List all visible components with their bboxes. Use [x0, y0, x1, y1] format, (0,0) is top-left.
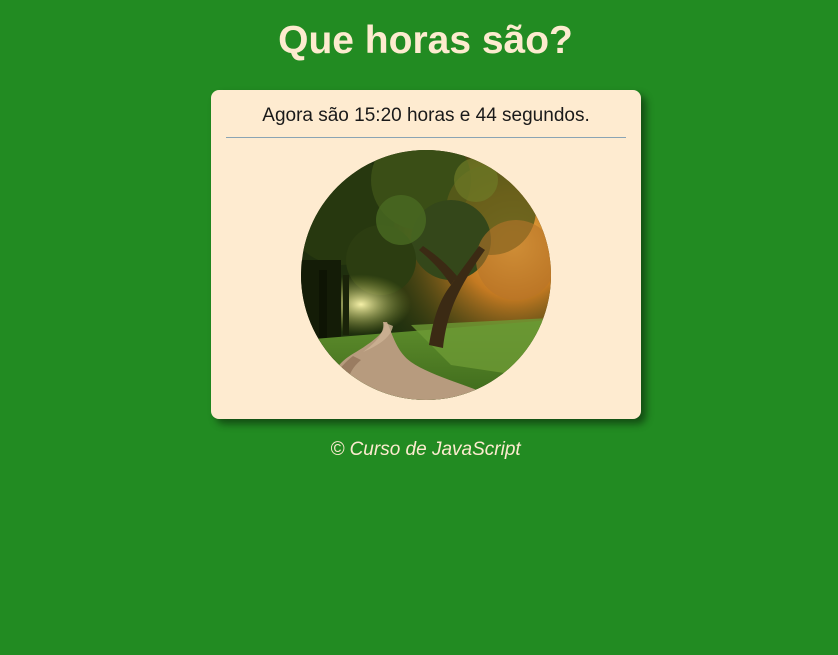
clock-card: Agora são 15:20 horas e 44 segundos.	[211, 90, 641, 419]
time-message: Agora são 15:20 horas e 44 segundos.	[262, 105, 590, 126]
divider	[226, 137, 626, 138]
period-image	[301, 150, 551, 400]
page-title: Que horas são?	[278, 19, 573, 62]
footer-credit: © Curso de JavaScript	[330, 439, 521, 460]
